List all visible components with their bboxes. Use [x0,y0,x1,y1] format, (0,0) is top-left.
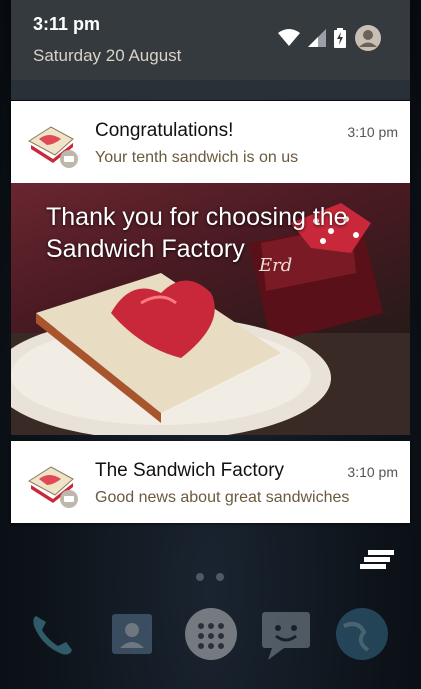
sandwich-app-icon [25,459,81,509]
app-drawer-icon[interactable] [183,606,239,662]
big-picture-caption: Thank you for choosing the Sandwich Fact… [46,203,348,263]
messaging-icon[interactable] [258,606,314,662]
search-bar-behind-shade [11,80,410,100]
notification-big-picture[interactable]: Erd Thank you for choosing the Sandwich … [11,183,410,435]
browser-icon[interactable] [334,606,390,662]
clock-time: 3:11 pm [33,14,101,34]
contacts-icon[interactable] [104,606,160,662]
user-avatar-icon[interactable] [354,24,382,57]
page-dot [216,573,224,581]
battery-charging-icon [334,27,346,53]
page-indicator [196,573,224,581]
notification-shade-header: 3:11 pm Saturday 20 August [11,0,410,80]
home-dock [0,600,421,670]
date-label[interactable]: Saturday 20 August [33,46,181,66]
notification-time: 3:10 pm [347,124,398,140]
sandwich-app-icon [25,119,81,169]
notification-title: The Sandwich Factory [95,460,285,481]
wifi-icon [278,28,300,52]
notification-title: Congratulations! [95,120,234,141]
page-dot [196,573,204,581]
cell-signal-icon [308,28,326,52]
clear-all-icon[interactable] [360,548,396,572]
notification-sandwich-factory[interactable]: The Sandwich Factory Good news about gre… [11,441,410,523]
notification-time: 3:10 pm [347,464,398,480]
notification-text: Good news about great sandwiches [95,489,350,506]
phone-icon[interactable] [24,606,80,662]
status-icons [278,24,382,57]
notification-text: Your tenth sandwich is on us [95,149,299,166]
notification-congratulations[interactable]: Congratulations! Your tenth sandwich is … [11,101,410,183]
